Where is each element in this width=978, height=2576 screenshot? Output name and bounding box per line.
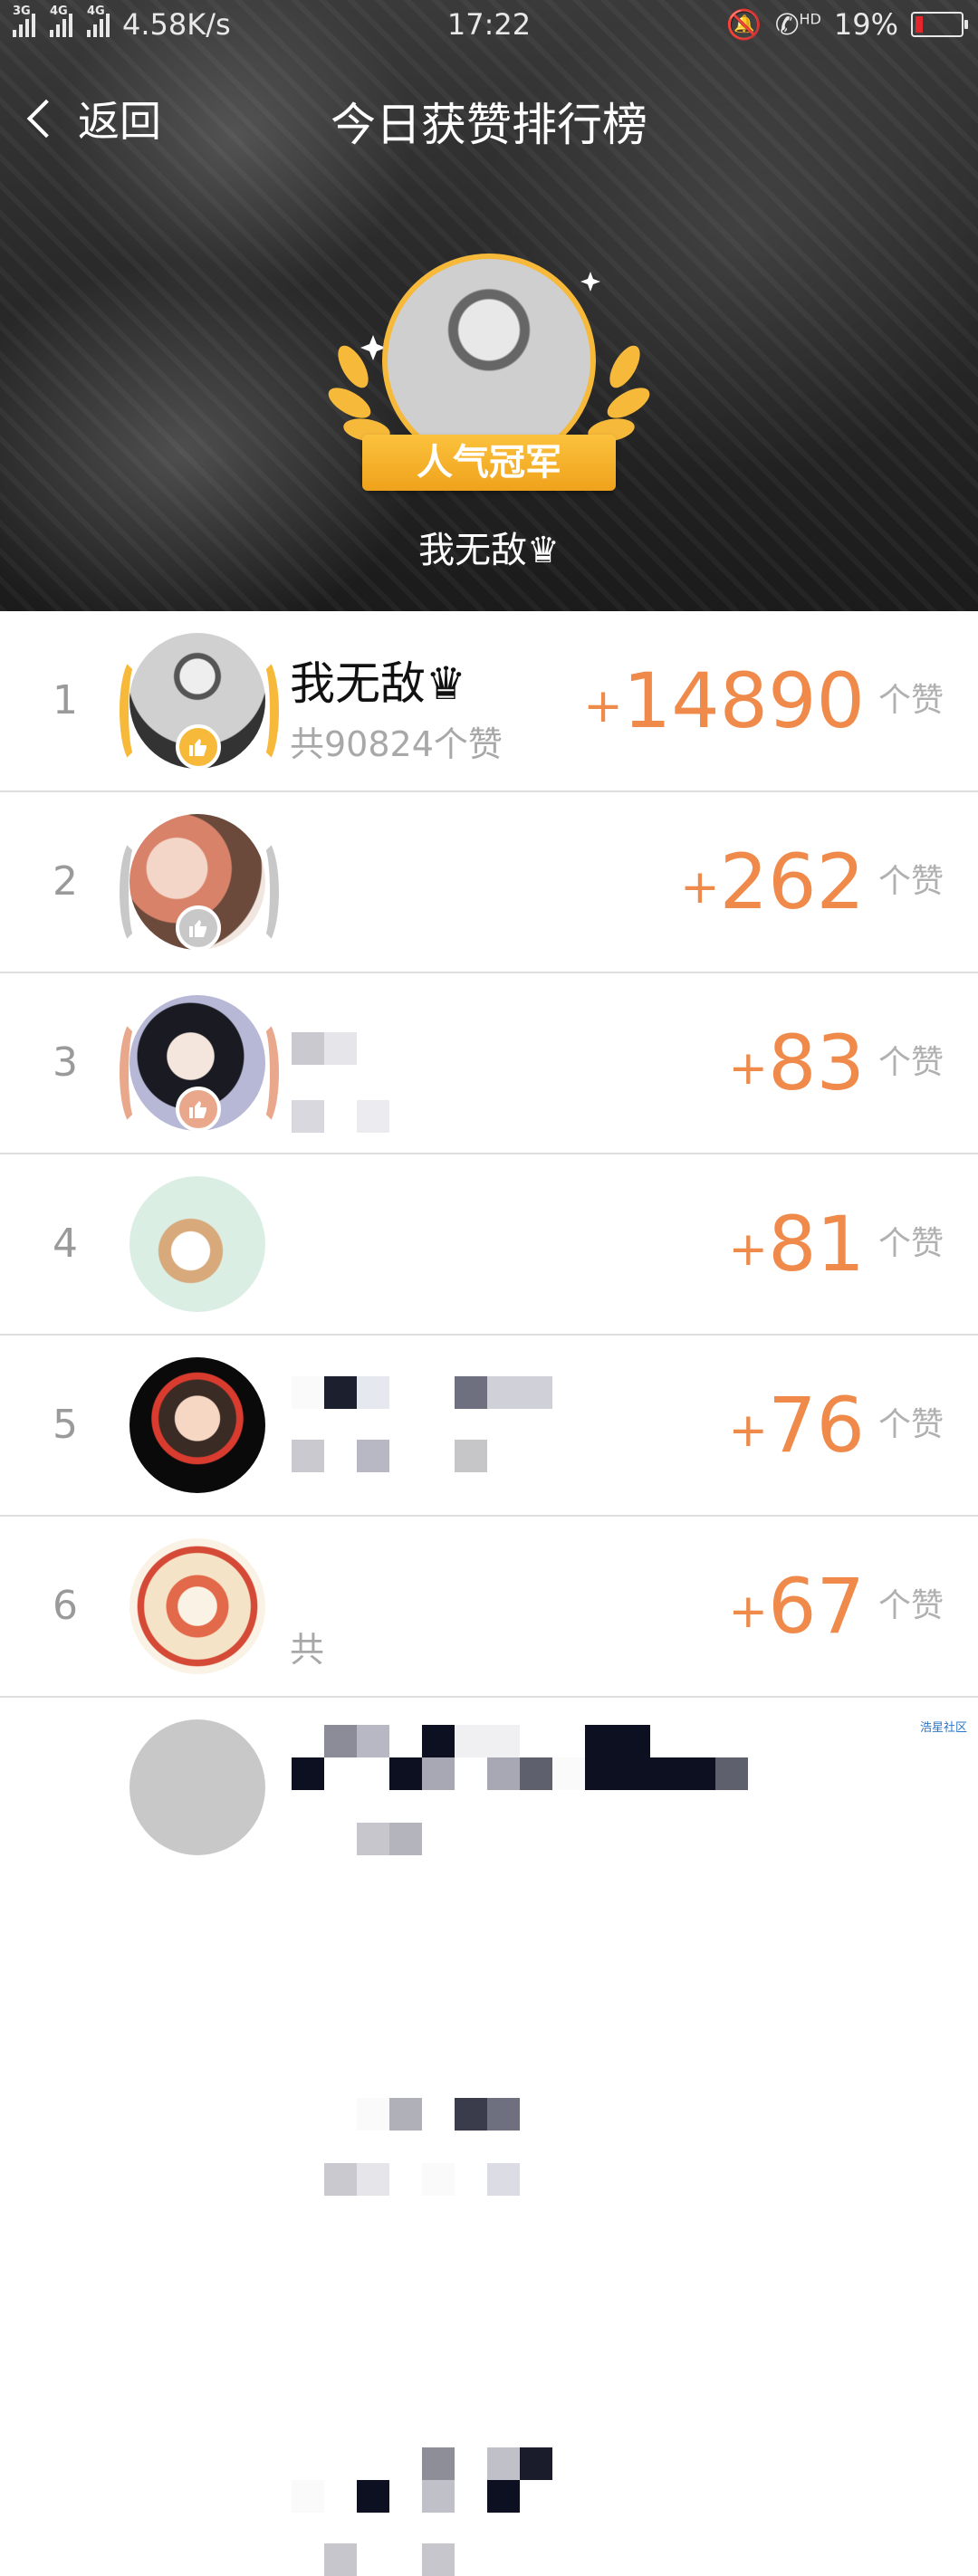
watermark: 浩星社区 bbox=[919, 1721, 967, 1735]
leaderboard-row[interactable]: 3 +83 个赞 bbox=[0, 973, 978, 1472]
likes-unit: 个赞 bbox=[877, 863, 944, 900]
blurred-total bbox=[324, 2163, 520, 2196]
rank-number: 3 bbox=[53, 1039, 78, 1086]
champion-name[interactable]: 我无敌♛ bbox=[0, 521, 978, 573]
page-title: 今日获赞排行榜 bbox=[331, 99, 647, 151]
likes-gain: +67 bbox=[728, 1562, 865, 1651]
leaderboard-row[interactable]: 4 +81 个赞 bbox=[0, 1154, 978, 1855]
leaderboard-row[interactable]: 1 我无敌♛ 共90824个赞 +14890 个赞 bbox=[0, 611, 978, 792]
likes-gain: +14890 bbox=[583, 656, 865, 745]
leaderboard-row[interactable]: 2 +262 个赞 bbox=[0, 792, 978, 1133]
avatar[interactable] bbox=[129, 1538, 265, 1674]
bell-muted-icon: 🔕 bbox=[725, 7, 762, 42]
likes-gain: +81 bbox=[728, 1200, 865, 1288]
rank-number: 6 bbox=[53, 1583, 78, 1629]
thumbs-up-gold-icon bbox=[176, 724, 221, 770]
battery-icon bbox=[911, 12, 968, 37]
total-likes: 共 bbox=[290, 1630, 325, 1670]
leaderboard-row[interactable]: 5 +76 个赞 bbox=[0, 1336, 978, 2196]
blurred-total bbox=[324, 2543, 455, 2576]
user-name: 我无敌♛ bbox=[290, 657, 466, 710]
rank-number: 5 bbox=[53, 1402, 78, 1448]
rank-number: 4 bbox=[53, 1221, 78, 1267]
hero-banner: 3G 4G 4G 4.58K/s 17:22 🔕 ✆HD 19% 返回 今日获赞… bbox=[0, 0, 978, 611]
status-bar: 3G 4G 4G 4.58K/s 17:22 🔕 ✆HD 19% bbox=[0, 0, 978, 51]
rank-number: 1 bbox=[53, 677, 78, 723]
champion-ribbon: 人气冠军 bbox=[362, 435, 616, 491]
avatar[interactable] bbox=[129, 1357, 265, 1493]
blurred-name bbox=[357, 2098, 520, 2131]
total-likes: 共90824个赞 bbox=[290, 724, 503, 764]
likes-unit: 个赞 bbox=[877, 1406, 944, 1443]
likes-unit: 个赞 bbox=[877, 1225, 944, 1262]
hd-call-icon: ✆HD bbox=[774, 7, 821, 42]
avatar[interactable] bbox=[129, 1719, 265, 1855]
likes-gain: +262 bbox=[680, 838, 865, 926]
champion-badge[interactable]: 人气冠军 bbox=[326, 254, 652, 507]
likes-unit: 个赞 bbox=[877, 1044, 944, 1081]
likes-unit: 个赞 bbox=[877, 1587, 944, 1624]
thumbs-up-bronze-icon bbox=[176, 1087, 221, 1132]
leaderboard-list: 1 我无敌♛ 共90824个赞 +14890 个赞 2 +262 个赞 3 +8… bbox=[0, 611, 978, 2576]
blurred-name-line2 bbox=[292, 2480, 520, 2513]
thumbs-up-silver-icon bbox=[176, 905, 221, 951]
likes-unit: 个赞 bbox=[877, 682, 944, 719]
avatar[interactable] bbox=[129, 1176, 265, 1312]
battery-percent: 19% bbox=[833, 7, 898, 42]
likes-gain: +76 bbox=[728, 1381, 865, 1470]
likes-gain: +83 bbox=[728, 1019, 865, 1107]
blurred-name bbox=[292, 2447, 552, 2480]
leaderboard-row-partial[interactable] bbox=[0, 1698, 978, 1877]
rank-number: 2 bbox=[53, 858, 78, 905]
leaderboard-row[interactable]: 6 共 +67 个赞 bbox=[0, 1517, 978, 2576]
